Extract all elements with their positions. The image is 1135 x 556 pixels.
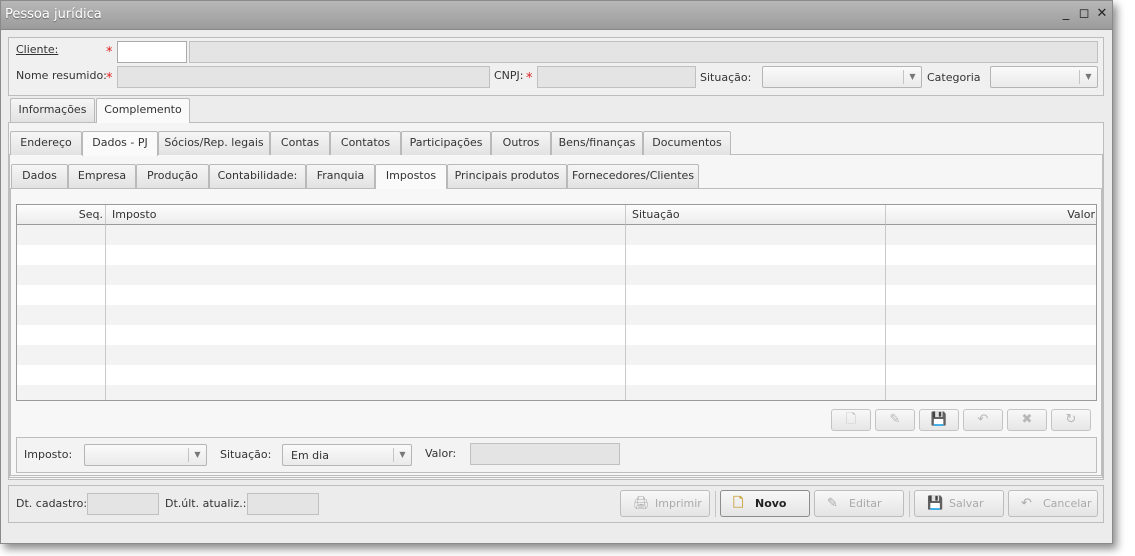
cancelar-button[interactable]: ↶ Cancelar (1008, 490, 1098, 517)
tab-participacoes[interactable]: Participações (401, 131, 491, 155)
tab-contabilidade[interactable]: Contabilidade: (209, 164, 306, 188)
nome-required-mark: * (106, 71, 113, 86)
chevron-down-icon[interactable]: ▼ (1079, 70, 1097, 84)
column-imposto (106, 205, 626, 400)
window-title: Pessoa jurídica (5, 7, 102, 22)
tab-contatos[interactable]: Contatos (330, 131, 401, 155)
header-imposto[interactable]: Imposto (106, 205, 626, 225)
undo-item-icon[interactable]: ↶ (963, 409, 1003, 431)
salvar-button[interactable]: 💾 Salvar (914, 490, 1004, 517)
edit-item-icon[interactable]: ✎ (875, 409, 915, 431)
tab-bens-financas[interactable]: Bens/finanças (551, 131, 643, 155)
tab-franquia[interactable]: Franquia (306, 164, 375, 188)
novo-button[interactable]: 🗋 Novo (720, 490, 810, 517)
editar-button[interactable]: ✎ Editar (814, 490, 904, 517)
header-valor[interactable]: Valor (886, 205, 1096, 225)
categoria-label: Categoria (927, 71, 981, 84)
dt-atualiz-field (247, 493, 319, 515)
situacao-edit-value: Em dia (291, 449, 329, 462)
dt-cadastro-field (87, 493, 159, 515)
cliente-name-field (189, 41, 1098, 63)
imposto-select[interactable]: ▼ (84, 444, 207, 466)
printer-icon: 🖨 (633, 496, 650, 511)
pessoa-juridica-window: Pessoa jurídica _ ◻ ✕ Cliente: * Nome re… (0, 0, 1113, 544)
header-seq[interactable]: Seq. (17, 205, 106, 225)
cnpj-input[interactable] (537, 66, 696, 88)
situacao-edit-label: Situação: (220, 448, 272, 461)
new-item-icon[interactable]: 🗋 (831, 409, 871, 431)
refresh-item-icon[interactable]: ↻ (1051, 409, 1091, 431)
valor-input[interactable] (470, 443, 620, 465)
separator (909, 491, 910, 517)
undo-icon: ↶ (1021, 496, 1032, 511)
impostos-table[interactable]: Seq. Imposto Situação Valor (16, 204, 1097, 401)
maximize-icon[interactable]: ◻ (1076, 6, 1092, 22)
situacao-select[interactable]: ▼ (762, 66, 922, 88)
save-icon: 💾 (927, 496, 944, 511)
tab-principais-produtos[interactable]: Principais produtos (447, 164, 567, 188)
cliente-label[interactable]: Cliente: (16, 43, 58, 56)
situacao-label: Situação: (700, 71, 752, 84)
valor-label: Valor: (425, 447, 457, 460)
cliente-required-mark: * (106, 45, 113, 60)
tab-contas[interactable]: Contas (270, 131, 330, 155)
header-situacao[interactable]: Situação (626, 205, 886, 225)
tab-documentos[interactable]: Documentos (643, 131, 731, 155)
imposto-label: Imposto: (24, 448, 73, 461)
chevron-down-icon[interactable]: ▼ (903, 70, 921, 84)
tab-impostos[interactable]: Impostos (375, 164, 447, 189)
cnpj-label: CNPJ: (494, 69, 524, 82)
tab-dados-pj[interactable]: Dados - PJ (82, 131, 158, 156)
situacao-edit-select[interactable]: Em dia ▼ (282, 444, 412, 466)
title-bar[interactable]: Pessoa jurídica _ ◻ ✕ (1, 1, 1112, 30)
tab-empresa[interactable]: Empresa (68, 164, 136, 188)
separator (715, 491, 716, 517)
minimize-icon[interactable]: _ (1058, 6, 1074, 22)
tab-outros[interactable]: Outros (491, 131, 551, 155)
tab-complemento[interactable]: Complemento (96, 98, 190, 123)
tab-dados[interactable]: Dados (11, 164, 68, 188)
chevron-down-icon[interactable]: ▼ (393, 448, 411, 462)
pencil-icon: ✎ (827, 496, 838, 511)
chevron-down-icon[interactable]: ▼ (188, 448, 206, 462)
cnpj-required-mark: * (526, 71, 533, 86)
close-icon[interactable]: ✕ (1094, 6, 1110, 22)
tab-endereco[interactable]: Endereço (10, 131, 82, 155)
imprimir-button[interactable]: 🖨 Imprimir (620, 490, 710, 517)
new-document-icon: 🗋 (733, 496, 744, 511)
tab-fornecedores-clientes[interactable]: Fornecedores/Clientes (567, 164, 699, 188)
column-situacao (626, 205, 886, 400)
save-item-icon[interactable]: 💾 (919, 409, 959, 431)
categoria-select[interactable]: ▼ (990, 66, 1098, 88)
dt-cadastro-label: Dt. cadastro: (16, 497, 88, 510)
tab-informacoes[interactable]: Informações (10, 98, 95, 122)
tab-socios[interactable]: Sócios/Rep. legais (158, 131, 270, 155)
nome-resumido-input[interactable] (117, 66, 490, 88)
nome-resumido-label: Nome resumido: (16, 69, 107, 82)
cliente-code-input[interactable] (117, 41, 187, 63)
column-seq (17, 205, 106, 400)
dt-atualiz-label: Dt.últ. atualiz.: (165, 497, 247, 510)
delete-item-icon[interactable]: ✖ (1007, 409, 1047, 431)
tab-producao[interactable]: Produção (136, 164, 209, 188)
